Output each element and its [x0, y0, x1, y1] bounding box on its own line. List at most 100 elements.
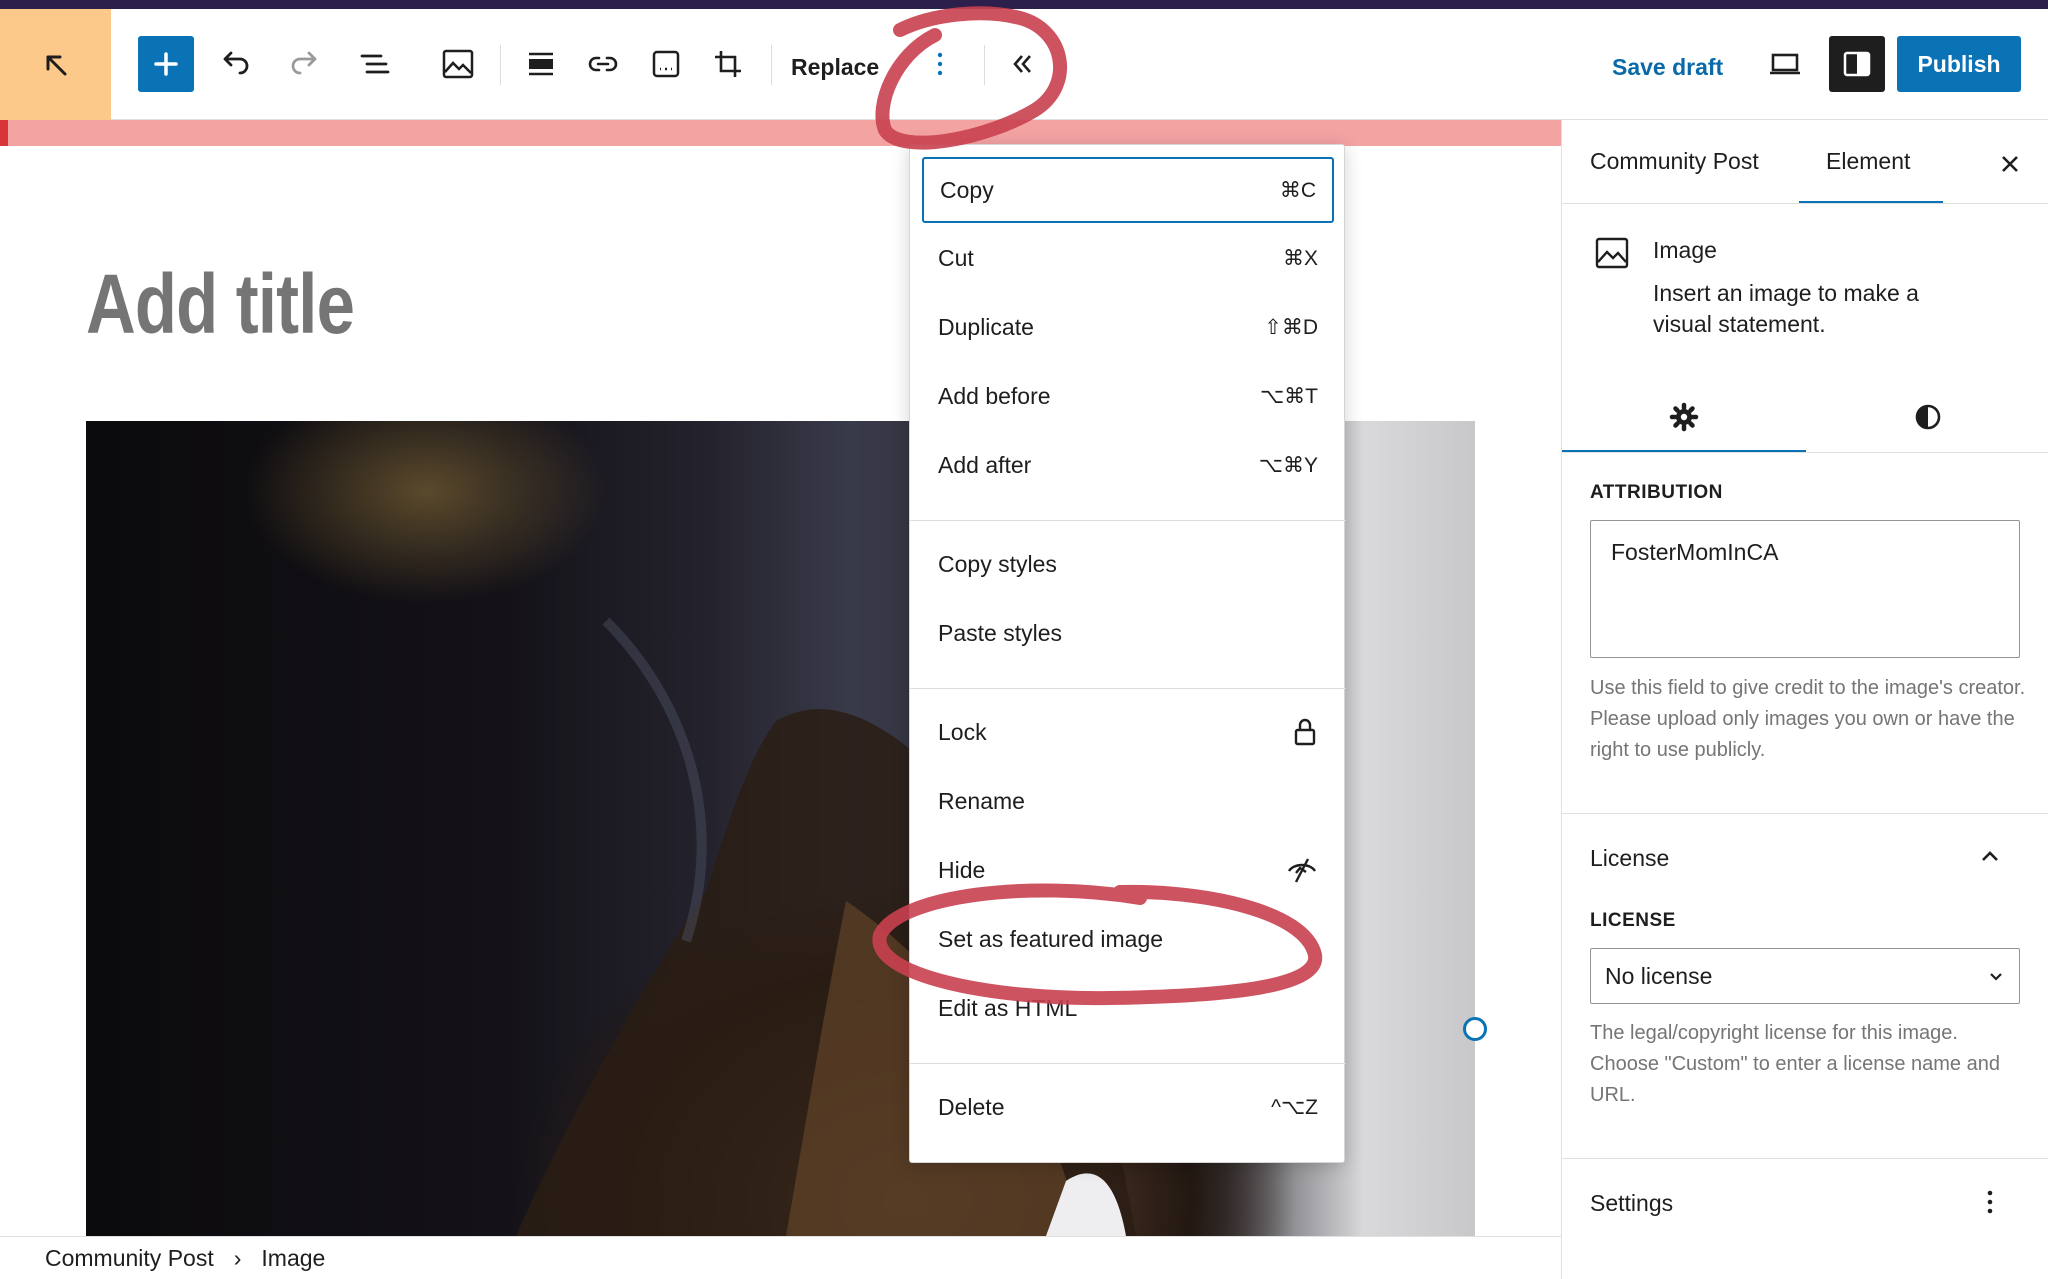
tab-community-post[interactable]: Community Post	[1590, 148, 1759, 175]
close-icon	[2002, 156, 2018, 172]
menu-item-add-after[interactable]: Add after ⌥⌘Y	[922, 432, 1334, 498]
close-sidebar-button[interactable]	[1992, 146, 2028, 182]
replace-button[interactable]: Replace	[791, 54, 879, 81]
plus-icon	[154, 52, 178, 76]
block-type-button[interactable]	[430, 36, 486, 92]
menu-divider	[910, 688, 1346, 689]
menu-item-label: Delete	[938, 1093, 1005, 1120]
list-view-icon	[360, 54, 390, 74]
link-icon	[588, 56, 618, 72]
hidden-eye-icon	[1287, 858, 1317, 883]
menu-item-shortcut: ^⌥Z	[1271, 1095, 1318, 1119]
breadcrumb-item-post[interactable]: Community Post	[45, 1245, 214, 1272]
editor-toolbar: Replace Save draft Publish	[0, 9, 2048, 120]
arrow-up-left-icon	[46, 55, 66, 75]
menu-item-duplicate[interactable]: Duplicate ⇧⌘D	[922, 294, 1334, 360]
desktop-icon	[1770, 53, 1800, 75]
license-collapse-button[interactable]	[1972, 838, 2008, 874]
menu-item-rename[interactable]: Rename	[922, 768, 1334, 834]
gear-icon	[1669, 402, 1698, 432]
menu-item-label: Copy styles	[938, 550, 1057, 577]
align-wide-icon	[529, 52, 553, 76]
sidebar-icon	[1843, 51, 1871, 77]
document-overview-button[interactable]	[347, 36, 403, 92]
contrast-icon	[1915, 404, 1940, 430]
crop-button[interactable]	[700, 36, 756, 92]
menu-item-label: Hide	[938, 856, 986, 883]
menu-item-edit-as-html[interactable]: Edit as HTML	[922, 975, 1334, 1041]
menu-item-copy[interactable]: Copy ⌘C	[922, 157, 1334, 223]
collapse-toolbar-button[interactable]	[995, 36, 1051, 92]
menu-item-copy-styles[interactable]: Copy styles	[922, 531, 1334, 597]
menu-item-add-before[interactable]: Add before ⌥⌘T	[922, 363, 1334, 429]
license-label: LICENSE	[1590, 910, 1676, 931]
menu-item-label: Copy	[940, 176, 994, 203]
attribution-label: ATTRIBUTION	[1590, 482, 1723, 503]
menu-item-label: Add before	[938, 382, 1051, 409]
menu-item-delete[interactable]: Delete ^⌥Z	[922, 1074, 1334, 1140]
menu-item-cut[interactable]: Cut ⌘X	[922, 225, 1334, 291]
menu-item-label: Edit as HTML	[938, 994, 1078, 1021]
chevron-down-icon	[1990, 973, 2002, 981]
sidebar-divider	[1562, 1158, 2048, 1159]
undo-icon	[223, 51, 249, 75]
chevron-left-double-icon	[1013, 55, 1031, 73]
license-select[interactable]: No license	[1590, 948, 2020, 1004]
post-title-input[interactable]: Add title	[86, 256, 355, 353]
menu-item-shortcut: ⌥⌘Y	[1258, 453, 1318, 477]
lock-icon	[1294, 718, 1316, 746]
menu-divider	[910, 520, 1346, 521]
save-draft-button[interactable]: Save draft	[1612, 54, 1723, 81]
tab-block-settings[interactable]	[1562, 392, 1805, 442]
menu-item-label: Paste styles	[938, 619, 1062, 646]
breadcrumb-item-image[interactable]: Image	[261, 1245, 325, 1272]
attribution-help: Use this field to give credit to the ima…	[1590, 677, 2026, 761]
settings-options-button[interactable]	[1972, 1184, 2008, 1220]
toolbar-divider	[984, 45, 985, 85]
block-card-title: Image	[1653, 237, 1717, 263]
image-icon	[442, 49, 474, 79]
more-vertical-icon	[937, 52, 943, 76]
attribution-field[interactable]: FosterMomInCA	[1590, 520, 2020, 658]
menu-item-paste-styles[interactable]: Paste styles	[922, 600, 1334, 666]
notice-bar-edge	[0, 120, 8, 146]
caption-icon	[652, 50, 680, 78]
block-card-description: Insert an image to make a visual stateme…	[1653, 280, 1919, 337]
image-icon	[1595, 237, 1629, 269]
menu-item-set-featured-image[interactable]: Set as featured image	[922, 906, 1334, 972]
tab-block-styles[interactable]	[1806, 392, 2048, 442]
menu-item-lock[interactable]: Lock	[922, 699, 1334, 765]
publish-button[interactable]: Publish	[1897, 36, 2021, 92]
link-button[interactable]	[575, 36, 631, 92]
license-section-title[interactable]: License	[1590, 845, 1669, 872]
preview-button[interactable]	[1757, 36, 1813, 92]
license-select-value: No license	[1605, 962, 1713, 989]
more-vertical-icon	[1987, 1190, 1993, 1214]
tab-element[interactable]: Element	[1826, 148, 1910, 175]
breadcrumb: Community Post › Image	[0, 1236, 1561, 1279]
top-strip	[0, 0, 2048, 9]
settings-section-title[interactable]: Settings	[1590, 1190, 1673, 1217]
editor-app: Replace Save draft Publish Add title Com…	[0, 0, 2048, 1279]
block-options-button[interactable]	[912, 36, 968, 92]
toolbar-divider	[500, 45, 501, 85]
menu-item-hide[interactable]: Hide	[922, 837, 1334, 903]
add-block-button[interactable]	[138, 36, 194, 92]
license-help: The legal/copyright license for this ima…	[1590, 1022, 2000, 1106]
align-button[interactable]	[513, 36, 569, 92]
menu-item-label: Set as featured image	[938, 925, 1164, 952]
dashboard-back-button[interactable]	[0, 9, 111, 120]
menu-item-label: Rename	[938, 787, 1025, 814]
settings-toggle-button[interactable]	[1829, 36, 1885, 92]
caption-button[interactable]	[638, 36, 694, 92]
menu-item-shortcut: ⌥⌘T	[1259, 384, 1318, 408]
image-resize-handle[interactable]	[1463, 1017, 1487, 1041]
toolbar-divider	[771, 45, 772, 85]
menu-item-shortcut: ⌘C	[1279, 178, 1316, 202]
undo-button[interactable]	[208, 36, 264, 92]
menu-item-shortcut: ⇧⌘D	[1264, 315, 1318, 339]
menu-item-label: Duplicate	[938, 313, 1034, 340]
crop-icon	[715, 51, 741, 77]
menu-divider	[910, 1063, 1346, 1064]
redo-button[interactable]	[276, 36, 332, 92]
